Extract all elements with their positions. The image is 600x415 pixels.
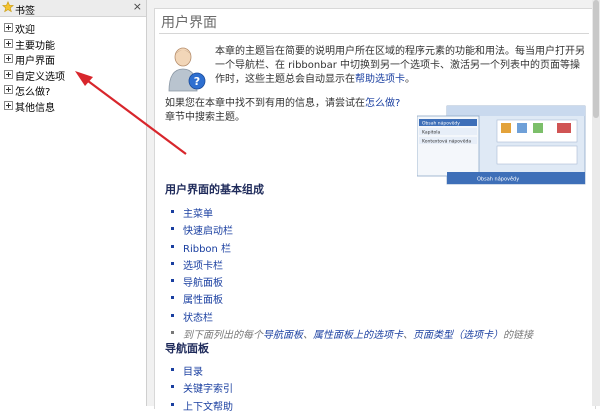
- scrollbar-thumb[interactable]: [593, 0, 599, 118]
- bookmarks-title: 书签: [15, 6, 35, 17]
- main-menu-link[interactable]: 主菜单: [183, 209, 213, 220]
- title-divider: [159, 33, 589, 34]
- how-to-link[interactable]: 怎么做?: [365, 98, 400, 109]
- note-separator: 、: [303, 330, 313, 342]
- thumb-label-1: Obsah nápovědy: [422, 120, 460, 127]
- thumb-label-3: Kontextová nápověda: [422, 138, 471, 145]
- list-note: 到下面列出的每个导航面板、属性面板上的选项卡、页面类型（选项卡）的链接: [171, 326, 591, 343]
- tree-item-customization[interactable]: 自定义选项: [0, 67, 146, 83]
- section-heading-navigation: 导航面板: [165, 342, 209, 355]
- hint-text: 如果您在本章中找不到有用的信息，请尝试在: [165, 98, 365, 109]
- list-item[interactable]: 主菜单: [171, 205, 591, 222]
- list-item[interactable]: 目录: [171, 363, 591, 380]
- tree-item-other-info[interactable]: 其他信息: [0, 98, 146, 114]
- help-page: 用户界面 ? 本章的主题旨在简要的说明用户所在区域的程序元素的功能和用法。每当用…: [154, 8, 596, 413]
- bullet: [171, 296, 174, 300]
- list-item[interactable]: Ribbon 栏: [171, 240, 591, 257]
- expand-icon[interactable]: [4, 23, 13, 32]
- list-item[interactable]: 导航面板: [171, 274, 591, 291]
- bullet: [171, 261, 174, 265]
- tree-item-main-features[interactable]: 主要功能: [0, 36, 146, 52]
- svg-text:?: ?: [194, 75, 200, 88]
- properties-panel-link[interactable]: 属性面板: [183, 295, 223, 306]
- bullet: [171, 227, 174, 231]
- bookmarks-panel: 书签 × 欢迎 主要功能 用户界面 自定义选项 怎么做? 其他信息: [0, 0, 147, 406]
- list-item[interactable]: 状态栏: [171, 309, 591, 326]
- tree-item-label: 欢迎: [15, 25, 35, 36]
- thumb-label-2: Kapitola: [422, 130, 441, 136]
- navigation-panel-link[interactable]: 导航面板: [183, 278, 223, 289]
- expand-icon[interactable]: [4, 85, 13, 94]
- star-icon: [2, 1, 14, 13]
- contents-link[interactable]: 目录: [183, 367, 203, 378]
- intro-paragraph: 本章的主题旨在简要的说明用户所在区域的程序元素的功能和用法。每当用户打开另一个导…: [215, 45, 587, 87]
- thumb-label-4: Obsah nápovědy: [477, 176, 519, 183]
- tree-item-welcome[interactable]: 欢迎: [0, 20, 146, 36]
- expand-icon[interactable]: [4, 54, 13, 63]
- expand-icon[interactable]: [4, 100, 13, 110]
- tree-item-user-interface[interactable]: 用户界面: [0, 51, 146, 67]
- help-content-pane: 用户界面 ? 本章的主题旨在简要的说明用户所在区域的程序元素的功能和用法。每当用…: [147, 0, 600, 413]
- intro-end: 。: [405, 74, 415, 85]
- page-title: 用户界面: [161, 15, 217, 31]
- expand-icon[interactable]: [4, 69, 13, 79]
- bullet: [171, 368, 174, 371]
- tree-item-label: 自定义选项: [15, 71, 65, 83]
- tree-item-label: 用户界面: [15, 52, 55, 67]
- list-item[interactable]: 属性面板: [171, 291, 591, 308]
- hint-text-end: 章节中搜索主题。: [165, 112, 245, 123]
- hint-paragraph: 如果您在本章中找不到有用的信息，请尝试在怎么做? 章节中搜索主题。: [165, 97, 405, 125]
- tree-item-label: 其他信息: [15, 102, 55, 114]
- list-item[interactable]: 快速启动栏: [171, 222, 591, 239]
- bullet: [171, 331, 174, 335]
- note-link-properties[interactable]: 属性面板上的选项卡: [313, 330, 403, 341]
- close-icon[interactable]: ×: [133, 1, 142, 13]
- tab-bar-link[interactable]: 选项卡栏: [183, 261, 223, 272]
- bookmarks-header: 书签 ×: [0, 0, 146, 17]
- note-link-navigation[interactable]: 导航面板: [263, 330, 303, 341]
- bullet: [171, 244, 174, 248]
- bullet: [171, 210, 174, 213]
- bullet: [171, 279, 174, 283]
- context-help-link[interactable]: 上下文帮助: [183, 402, 233, 413]
- vertical-scrollbar[interactable]: [592, 0, 600, 406]
- note-link-page-types[interactable]: 页面类型（选项卡）: [413, 330, 503, 341]
- ribbon-bar-link[interactable]: Ribbon 栏: [183, 244, 231, 255]
- expand-icon[interactable]: [4, 38, 13, 48]
- navigation-list: 目录 关键字索引 上下文帮助: [171, 363, 591, 415]
- section-heading-basics: 用户界面的基本组成: [165, 183, 264, 196]
- tree-item-label: 主要功能: [15, 40, 55, 52]
- list-item[interactable]: 选项卡栏: [171, 257, 591, 274]
- keyword-index-link[interactable]: 关键字索引: [183, 384, 233, 395]
- user-help-icon: ?: [168, 47, 206, 92]
- bullet: [171, 313, 174, 317]
- bullet: [171, 402, 174, 406]
- tree-item-how-to[interactable]: 怎么做?: [0, 82, 146, 98]
- note-text-end: 的链接: [503, 330, 533, 342]
- quick-launch-link[interactable]: 快速启动栏: [183, 226, 233, 237]
- basics-list: 主菜单 快速启动栏 Ribbon 栏 选项卡栏 导航面板 属性面板 状态栏 到下…: [171, 205, 591, 343]
- note-separator: 、: [403, 330, 413, 342]
- bullet: [171, 385, 174, 389]
- tree-item-label: 怎么做?: [15, 87, 51, 98]
- list-item[interactable]: 上下文帮助: [171, 398, 591, 415]
- ui-screenshot-thumbnail: Obsah nápovědy Kapitola Kontextová nápov…: [417, 105, 586, 185]
- status-bar-link[interactable]: 状态栏: [183, 313, 213, 324]
- bookmark-tree: 欢迎 主要功能 用户界面 自定义选项 怎么做? 其他信息: [0, 20, 146, 114]
- help-tab-link[interactable]: 帮助选项卡: [355, 74, 405, 85]
- list-item[interactable]: 关键字索引: [171, 380, 591, 397]
